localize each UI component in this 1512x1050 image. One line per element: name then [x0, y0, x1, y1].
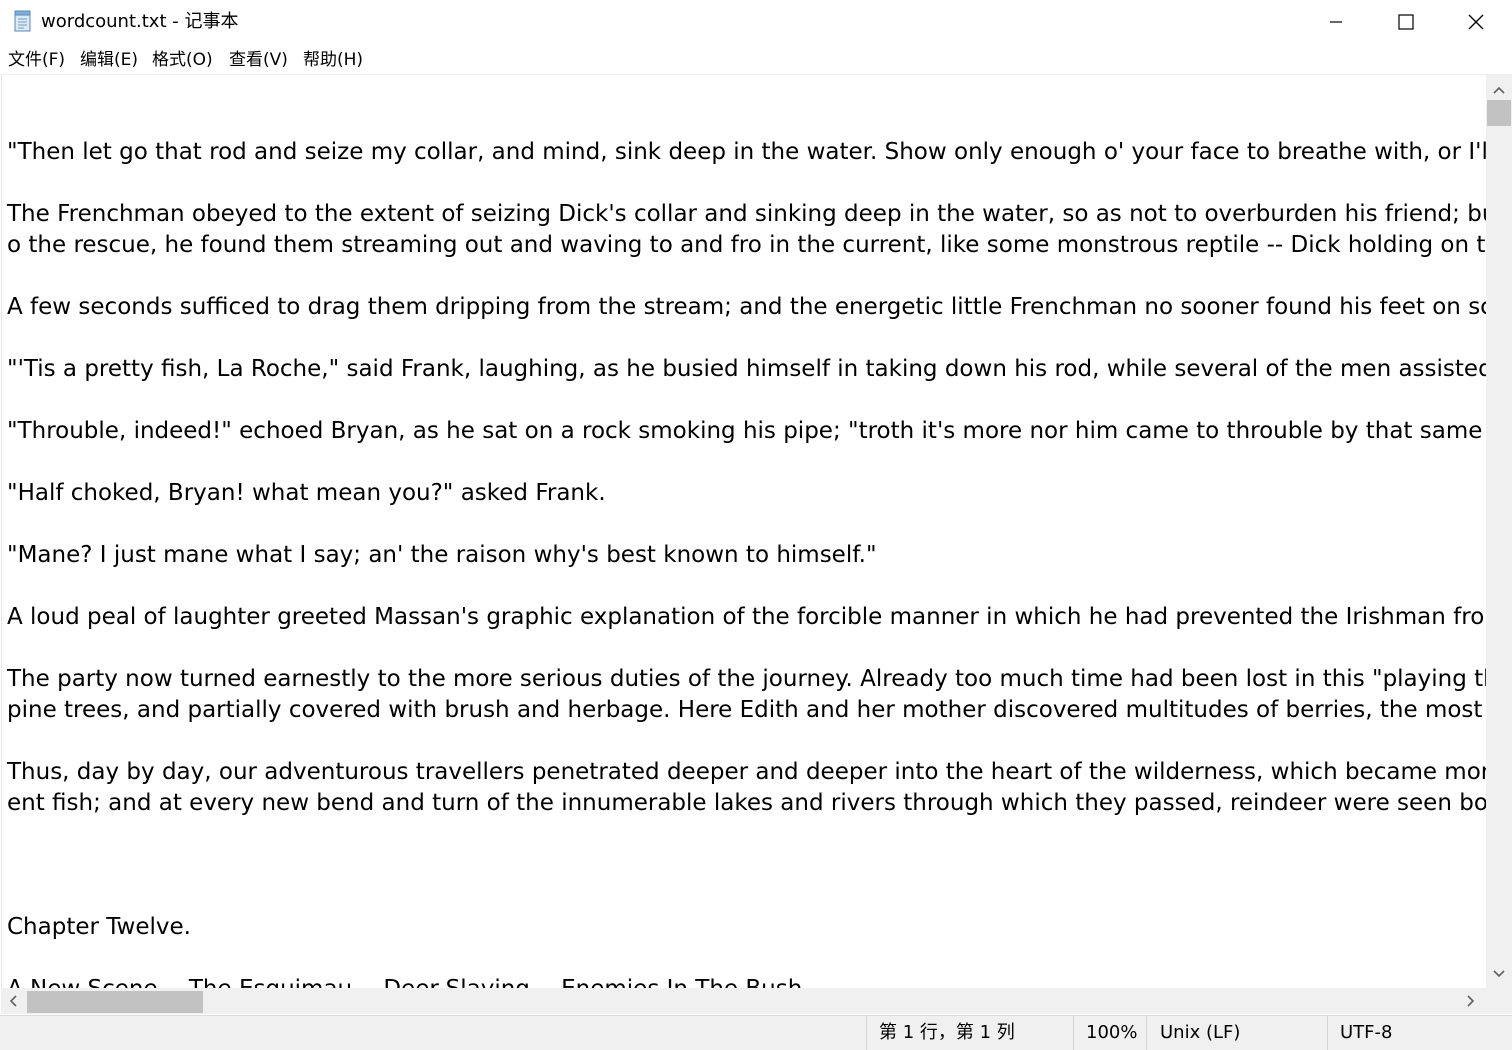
- vertical-scrollbar[interactable]: [1486, 75, 1512, 988]
- text-line: Thus, day by day, our adventurous travel…: [7, 759, 1486, 785]
- scroll-up-button[interactable]: [1486, 80, 1512, 100]
- close-icon: [1468, 14, 1484, 30]
- notepad-icon: [13, 10, 33, 32]
- text-line: pine trees, and partially covered with b…: [7, 697, 1486, 723]
- status-bar: 第 1 行，第 1 列 100% Unix (LF) UTF-8: [0, 1015, 1512, 1050]
- menu-help[interactable]: 帮助(H): [303, 49, 363, 71]
- status-zoom-segment: 100%: [1073, 1016, 1146, 1050]
- scrollbar-corner: [1486, 988, 1512, 1014]
- text-line: ent fish; and at every new bend and turn…: [7, 790, 1486, 816]
- text-line: "Half choked, Bryan! what mean you?" ask…: [7, 480, 606, 506]
- maximize-icon: [1398, 14, 1414, 30]
- chevron-right-icon: [1467, 995, 1475, 1007]
- menu-view[interactable]: 查看(V): [229, 49, 288, 71]
- text-line: A few seconds sufficed to drag them drip…: [7, 294, 1486, 320]
- text-line: "Throuble, indeed!" echoed Bryan, as he …: [7, 418, 1486, 444]
- line-ending: Unix (LF): [1160, 1022, 1241, 1043]
- status-position-segment: 第 1 行，第 1 列: [866, 1016, 1073, 1050]
- text-line: "'Tis a pretty fish, La Roche," said Fra…: [7, 356, 1486, 382]
- zoom-level: 100%: [1086, 1022, 1138, 1043]
- text-line: The party now turned earnestly to the mo…: [7, 666, 1486, 692]
- cursor-position: 第 1 行，第 1 列: [879, 1022, 1015, 1043]
- status-line-ending-segment: Unix (LF): [1146, 1016, 1327, 1050]
- text-line: "Mane? I just mane what I say; an' the r…: [7, 542, 877, 568]
- title-bar[interactable]: wordcount.txt - 记事本: [0, 0, 1512, 44]
- text-line: "Then let go that rod and seize my colla…: [7, 139, 1486, 165]
- chevron-down-icon: [1493, 970, 1505, 978]
- minimize-button[interactable]: [1301, 0, 1371, 44]
- close-button[interactable]: [1441, 0, 1511, 44]
- menu-file[interactable]: 文件(F): [8, 49, 65, 71]
- vertical-scroll-thumb[interactable]: [1487, 100, 1511, 126]
- maximize-button[interactable]: [1371, 0, 1441, 44]
- scroll-right-button[interactable]: [1461, 988, 1481, 1014]
- horizontal-scroll-thumb[interactable]: [27, 991, 203, 1013]
- menu-bar: 文件(F) 编辑(E) 格式(O) 查看(V) 帮助(H): [0, 44, 1512, 75]
- chevron-up-icon: [1493, 86, 1505, 94]
- status-encoding-segment: UTF-8: [1327, 1016, 1512, 1050]
- text-line: o the rescue, he found them streaming ou…: [7, 232, 1486, 258]
- text-line: A New Scene -- The Esquimau -- Deer-Slay…: [7, 974, 810, 988]
- text-line: A loud peal of laughter greeted Massan's…: [7, 604, 1486, 630]
- scroll-left-button[interactable]: [3, 988, 23, 1014]
- horizontal-scrollbar[interactable]: [1, 988, 1486, 1014]
- text-line: The Frenchman obeyed to the extent of se…: [7, 201, 1486, 227]
- menu-format[interactable]: 格式(O): [152, 49, 213, 71]
- menu-edit[interactable]: 编辑(E): [80, 49, 138, 71]
- minimize-icon: [1330, 21, 1342, 23]
- chevron-left-icon: [9, 995, 17, 1007]
- window-title: wordcount.txt - 记事本: [41, 11, 239, 32]
- scroll-down-button[interactable]: [1486, 964, 1512, 984]
- text-line: Chapter Twelve.: [7, 914, 191, 940]
- encoding: UTF-8: [1340, 1022, 1393, 1043]
- text-editor[interactable]: "Then let go that rod and seize my colla…: [1, 75, 1486, 988]
